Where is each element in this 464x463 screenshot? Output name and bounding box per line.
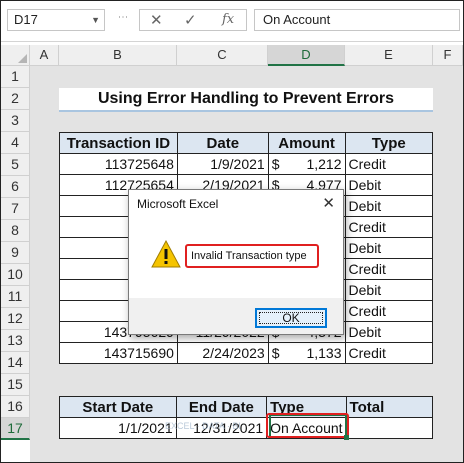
dialog-message: Invalid Transaction type — [185, 244, 319, 268]
sheet-title: Using Error Handling to Prevent Errors — [59, 88, 433, 112]
focus-ring — [259, 312, 323, 324]
criteria-table: Start Date End Date Type Total 1/1/2021 … — [59, 396, 434, 439]
table-header-row: Start Date End Date Type Total — [59, 396, 434, 418]
header-total[interactable]: Total — [345, 396, 434, 418]
chevron-down-icon[interactable]: ▼ — [91, 10, 100, 30]
select-all-icon — [18, 54, 27, 63]
dialog-titlebar[interactable]: Microsoft Excel ✕ — [129, 190, 343, 218]
amount-value: 1,133 — [306, 345, 342, 361]
more-options-icon[interactable]: ⋮ — [117, 12, 128, 21]
formula-buttons: ✕ ✓ fx — [139, 9, 247, 31]
cell-type[interactable]: Debit — [344, 195, 434, 217]
formula-input[interactable]: On Account — [254, 9, 460, 31]
currency-symbol: $ — [271, 156, 280, 172]
message-dialog: Microsoft Excel ✕ Invalid Transaction ty… — [128, 189, 344, 335]
cell-type[interactable]: Credit — [344, 342, 434, 364]
table-row: 143715690 2/24/2023 $1,133 Credit — [59, 342, 434, 364]
warning-icon — [151, 240, 181, 268]
table-row: 1/1/2021 12/31/2021 On Account — [59, 417, 434, 439]
row-header[interactable]: 9 — [1, 242, 30, 264]
table-header-row: Transaction ID Date Amount Type — [59, 132, 434, 154]
column-header-b[interactable]: B — [59, 45, 177, 66]
cell-id[interactable]: 143715690 — [59, 342, 178, 364]
column-header-f[interactable]: F — [433, 45, 463, 66]
cell-date[interactable]: 1/9/2021 — [176, 153, 269, 175]
cell-type[interactable]: Credit — [344, 258, 434, 280]
row-header[interactable]: 10 — [1, 264, 30, 286]
row-header[interactable]: 2 — [1, 88, 30, 110]
cell-start-date[interactable]: 1/1/2021 — [59, 417, 177, 439]
column-header-d[interactable]: D — [268, 45, 345, 66]
name-box-value: D17 — [14, 12, 38, 27]
column-header-a[interactable]: A — [30, 45, 59, 66]
row-header[interactable]: 14 — [1, 352, 30, 374]
dialog-title: Microsoft Excel — [137, 197, 219, 211]
row-header[interactable]: 16 — [1, 396, 30, 418]
row-header[interactable]: 12 — [1, 308, 30, 330]
header-type[interactable]: Type — [344, 132, 434, 154]
cell-type[interactable]: Credit — [344, 300, 434, 322]
amount-value: 1,212 — [306, 156, 342, 172]
row-header[interactable]: 4 — [1, 132, 30, 154]
cell-date[interactable]: 2/24/2023 — [176, 342, 269, 364]
currency-symbol: $ — [271, 345, 280, 361]
row-header[interactable]: 13 — [1, 330, 30, 352]
cell-type[interactable]: Credit — [344, 216, 434, 238]
cell-type[interactable]: Debit — [344, 237, 434, 259]
close-icon[interactable]: ✕ — [322, 190, 335, 218]
row-header[interactable]: 1 — [1, 66, 30, 88]
watermark: EXCEL · DATA · BI — [165, 421, 241, 431]
row-header[interactable]: 5 — [1, 154, 30, 176]
cell-id[interactable]: 113725648 — [59, 153, 178, 175]
row-header[interactable]: 11 — [1, 286, 30, 308]
row-header[interactable]: 15 — [1, 374, 30, 396]
header-start-date[interactable]: Start Date — [59, 396, 177, 418]
cell-type[interactable]: Debit — [344, 279, 434, 301]
row-header[interactable]: 8 — [1, 220, 30, 242]
insert-function-icon[interactable]: fx — [222, 12, 234, 27]
excel-window: D17 ▼ ⋮ ✕ ✓ fx On Account A B C D E F 1 … — [0, 0, 464, 463]
enter-icon[interactable]: ✓ — [184, 11, 197, 29]
name-box[interactable]: D17 ▼ — [7, 9, 105, 31]
table-row: 113725648 1/9/2021 $1,212 Credit — [59, 153, 434, 175]
highlight-box — [266, 413, 349, 438]
select-all-button[interactable] — [1, 45, 30, 66]
cell-type[interactable]: Credit — [344, 153, 434, 175]
header-end-date[interactable]: End Date — [175, 396, 268, 418]
row-header[interactable]: 17 — [1, 418, 30, 440]
header-amount[interactable]: Amount — [267, 132, 346, 154]
row-header[interactable]: 7 — [1, 198, 30, 220]
column-header-c[interactable]: C — [177, 45, 268, 66]
dialog-body: Invalid Transaction type — [129, 218, 343, 298]
cell-amount[interactable]: $1,133 — [267, 342, 346, 364]
column-header-e[interactable]: E — [345, 45, 433, 66]
cell-type[interactable]: Debit — [344, 321, 434, 343]
cell-total[interactable] — [345, 417, 434, 439]
cell-amount[interactable]: $1,212 — [267, 153, 346, 175]
formula-bar: D17 ▼ ⋮ ✕ ✓ fx On Account — [1, 1, 463, 42]
fill-handle[interactable] — [344, 435, 349, 440]
cancel-icon[interactable]: ✕ — [150, 11, 163, 29]
row-header[interactable]: 6 — [1, 176, 30, 198]
header-transaction-id[interactable]: Transaction ID — [59, 132, 178, 154]
row-header[interactable]: 3 — [1, 110, 30, 132]
ok-button[interactable]: OK — [255, 308, 327, 328]
header-date[interactable]: Date — [176, 132, 269, 154]
cell-type[interactable]: Debit — [344, 174, 434, 196]
